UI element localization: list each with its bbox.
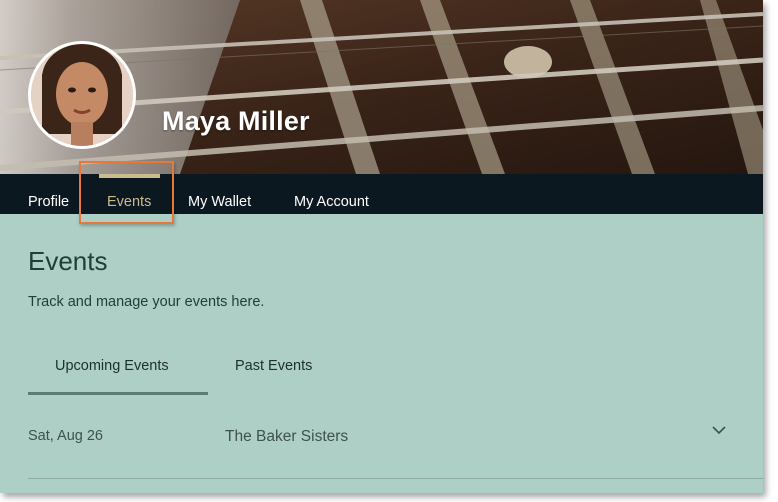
- tab-upcoming-events[interactable]: Upcoming Events: [55, 358, 169, 374]
- nav-item-my-account[interactable]: My Account: [294, 174, 369, 214]
- user-photo-icon: [31, 44, 133, 146]
- avatar[interactable]: [28, 41, 136, 149]
- tab-past-events[interactable]: Past Events: [235, 358, 312, 374]
- profile-name: Maya Miller: [162, 106, 310, 136]
- chevron-down-icon[interactable]: [711, 424, 727, 436]
- cover-banner: Maya Miller: [0, 0, 763, 174]
- page-description: Track and manage your events here.: [28, 294, 265, 310]
- nav-item-profile[interactable]: Profile: [28, 174, 69, 214]
- event-title: The Baker Sisters: [225, 428, 349, 445]
- event-row[interactable]: Sat, Aug 26 The Baker Sisters: [28, 410, 763, 478]
- tab-active-underline: [28, 392, 208, 395]
- site-window: Maya Miller Profile Events My Wallet My …: [0, 0, 763, 493]
- divider: [28, 478, 763, 479]
- nav-item-my-wallet[interactable]: My Wallet: [188, 174, 251, 214]
- page-title: Events: [28, 246, 108, 276]
- callout-highlight: [79, 161, 174, 224]
- event-date: Sat, Aug 26: [28, 428, 103, 444]
